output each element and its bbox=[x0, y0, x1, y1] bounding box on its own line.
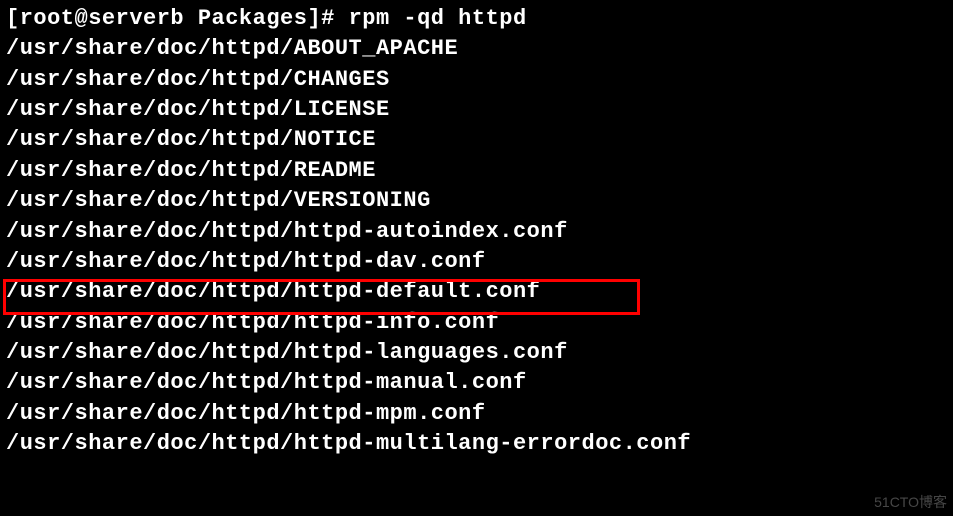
output-line: /usr/share/doc/httpd/NOTICE bbox=[6, 125, 947, 155]
shell-prompt: [root@serverb Packages]# bbox=[6, 6, 349, 31]
output-line: /usr/share/doc/httpd/VERSIONING bbox=[6, 186, 947, 216]
output-line: /usr/share/doc/httpd/httpd-info.conf bbox=[6, 308, 947, 338]
command-line: [root@serverb Packages]# rpm -qd httpd bbox=[6, 4, 947, 34]
output-line: /usr/share/doc/httpd/httpd-multilang-err… bbox=[6, 429, 947, 459]
output-line: /usr/share/doc/httpd/CHANGES bbox=[6, 65, 947, 95]
watermark-text: 51CTO博客 bbox=[874, 493, 947, 512]
command-text: rpm -qd httpd bbox=[349, 6, 527, 31]
output-line: /usr/share/doc/httpd/httpd-manual.conf bbox=[6, 368, 947, 398]
terminal-output[interactable]: [root@serverb Packages]# rpm -qd httpd /… bbox=[6, 4, 947, 459]
output-line: /usr/share/doc/httpd/httpd-mpm.conf bbox=[6, 399, 947, 429]
output-line: /usr/share/doc/httpd/ABOUT_APACHE bbox=[6, 34, 947, 64]
output-line: /usr/share/doc/httpd/LICENSE bbox=[6, 95, 947, 125]
output-line: /usr/share/doc/httpd/README bbox=[6, 156, 947, 186]
output-line: /usr/share/doc/httpd/httpd-dav.conf bbox=[6, 247, 947, 277]
output-line: /usr/share/doc/httpd/httpd-autoindex.con… bbox=[6, 217, 947, 247]
output-line-highlighted: /usr/share/doc/httpd/httpd-default.conf bbox=[6, 277, 947, 307]
output-line: /usr/share/doc/httpd/httpd-languages.con… bbox=[6, 338, 947, 368]
